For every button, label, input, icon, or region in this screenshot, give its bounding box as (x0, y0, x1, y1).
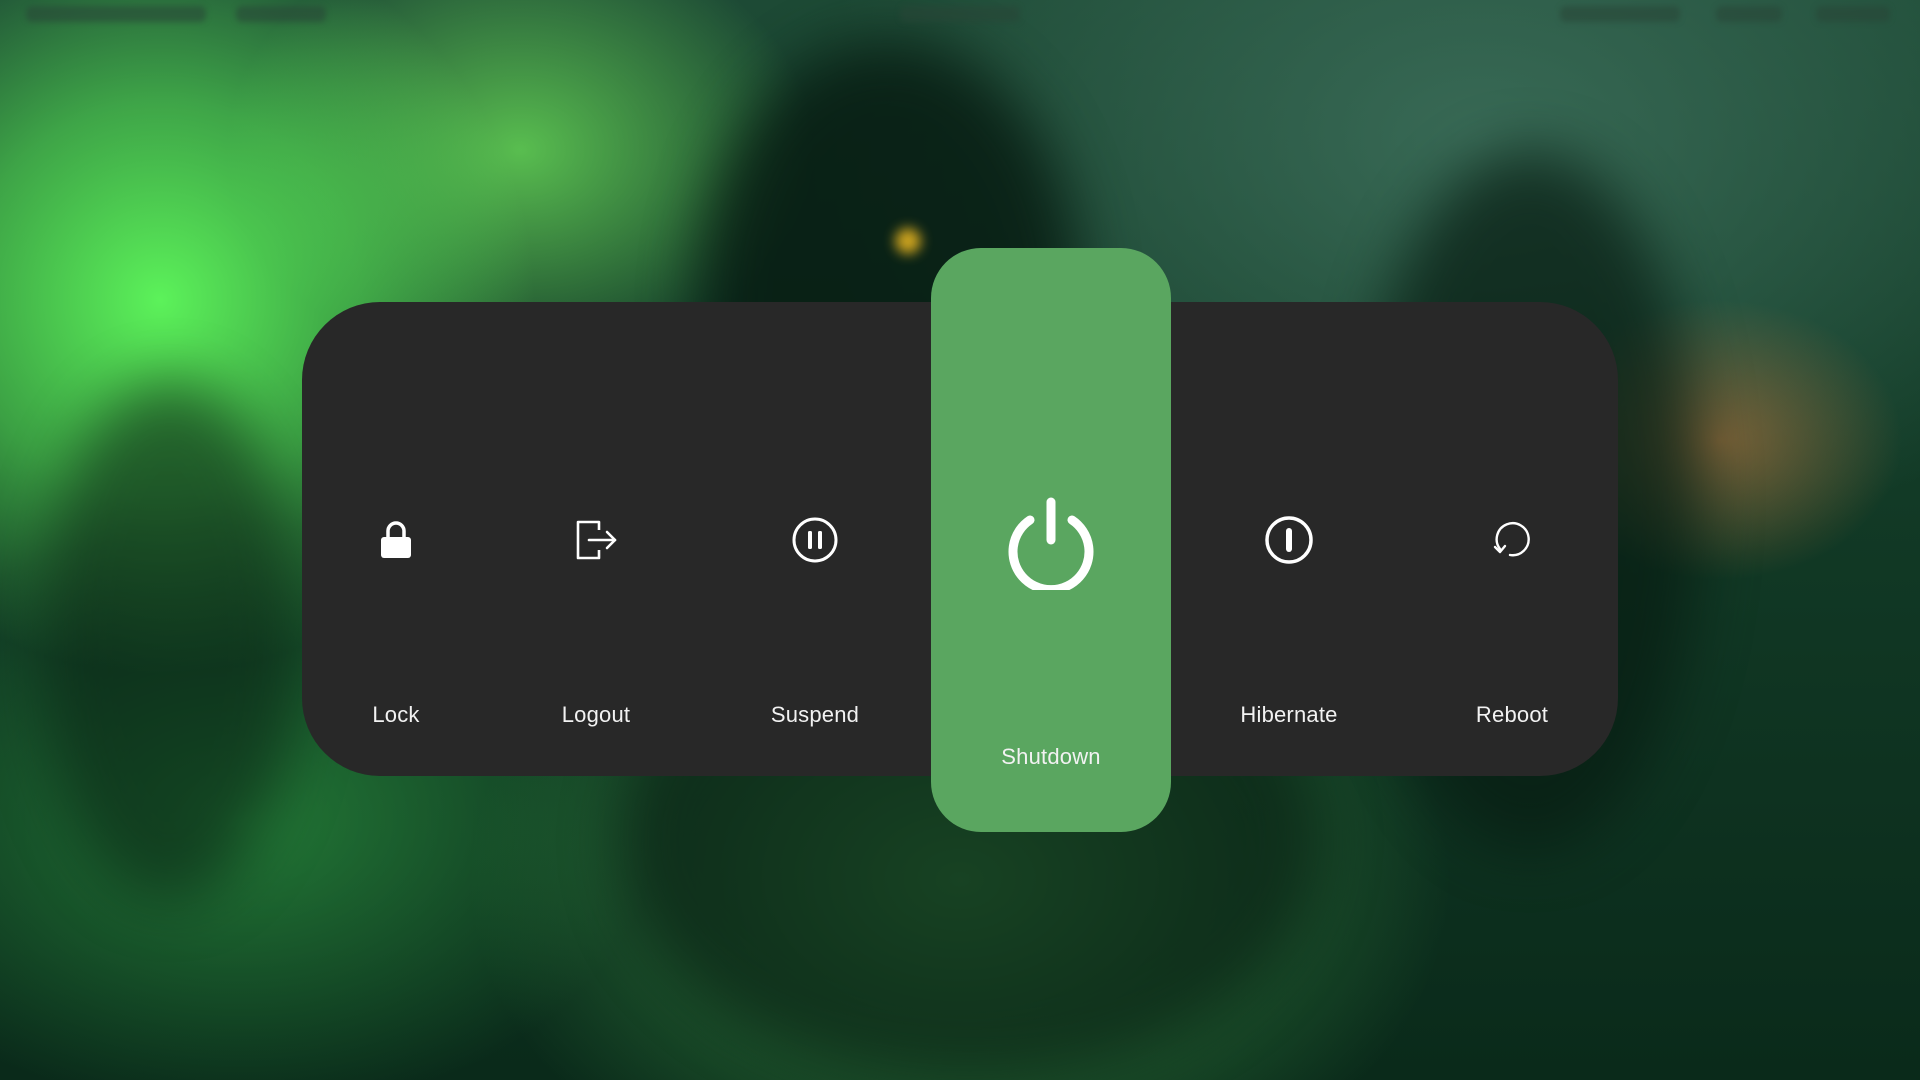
lock-label: Lock (372, 702, 420, 727)
reboot-button[interactable]: Reboot (1408, 302, 1616, 776)
blurred-bar-item (1816, 6, 1890, 22)
wallpaper-figure (40, 380, 300, 900)
power-icon (1003, 492, 1099, 590)
logout-label: Logout (561, 702, 631, 727)
blurred-bar-item (26, 6, 206, 22)
suspend-label: Suspend (770, 702, 860, 727)
lock-icon (369, 513, 423, 567)
logout-icon (569, 513, 623, 567)
shutdown-label: Shutdown (1001, 744, 1101, 769)
blurred-bar-item (1716, 6, 1782, 22)
logout-button[interactable]: Logout (496, 302, 696, 776)
reboot-icon (1485, 513, 1539, 567)
hibernate-label: Hibernate (1240, 702, 1338, 727)
lock-button[interactable]: Lock (302, 302, 490, 776)
pause-circle-icon (788, 513, 842, 567)
hibernate-button[interactable]: Hibernate (1180, 302, 1398, 776)
suspend-button[interactable]: Suspend (712, 302, 918, 776)
blurred-bar-item (900, 6, 1020, 22)
hibernate-icon (1262, 513, 1316, 567)
blurred-bar-item (236, 6, 326, 22)
wallpaper-light (895, 228, 921, 254)
shutdown-button[interactable]: Shutdown (931, 248, 1171, 832)
blurred-bar-item (1560, 6, 1680, 22)
blurred-top-bar (0, 0, 1920, 30)
reboot-label: Reboot (1475, 702, 1549, 727)
